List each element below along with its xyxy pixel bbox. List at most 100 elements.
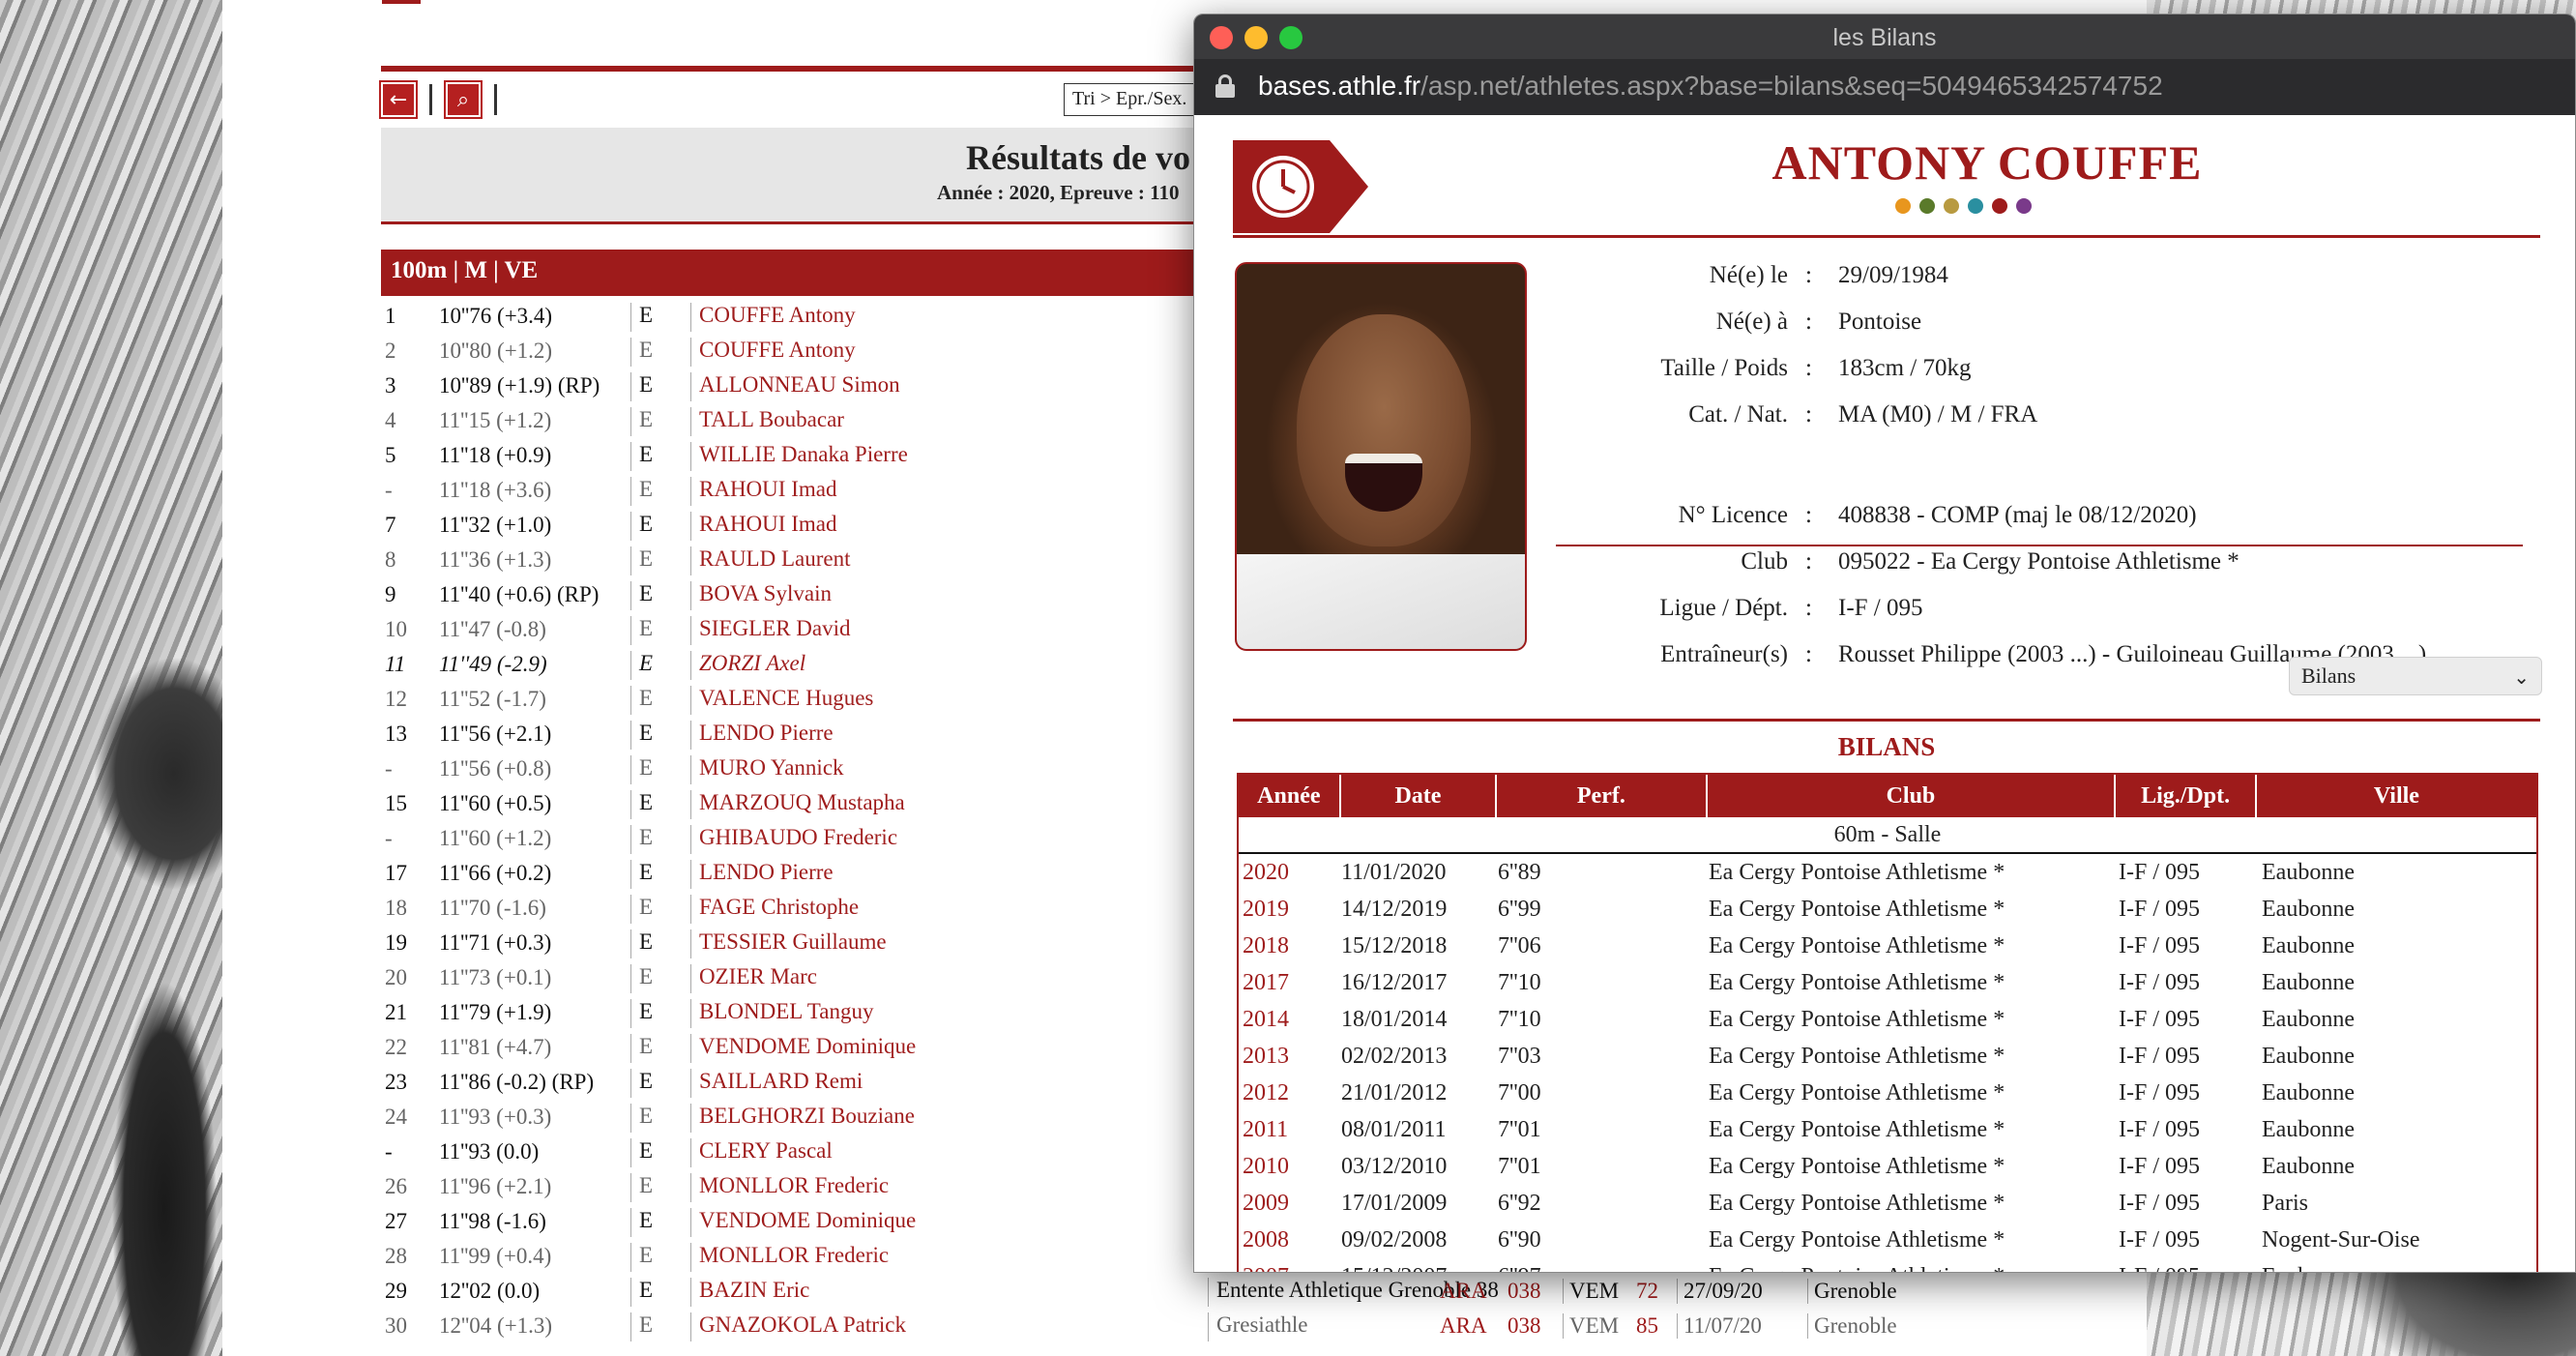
league-cell: I-F / 095 (2119, 970, 2200, 995)
perf-cell: 11''96 (+2.1) (439, 1174, 552, 1198)
athlete-link[interactable]: BOVA Sylvain (690, 581, 832, 610)
info-colon: : (1805, 595, 1812, 621)
athlete-link[interactable]: SAILLARD Remi (690, 1069, 863, 1098)
year-link[interactable]: 2012 (1243, 1080, 1289, 1106)
url-path: /asp.net/athletes.aspx?base=bilans&seq=5… (1420, 71, 2163, 101)
info-value: 183cm / 70kg (1838, 355, 1972, 381)
year-link[interactable]: 2017 (1243, 970, 1289, 996)
athlete-link[interactable]: ALLONNEAU Simon (690, 372, 900, 401)
year-link[interactable]: 2011 (1243, 1117, 1288, 1143)
category-cell: E (630, 1173, 653, 1202)
column-header[interactable]: Date (1341, 775, 1498, 817)
athlete-link[interactable]: RAHOUI Imad (690, 512, 836, 541)
league-cell: I-F / 095 (2119, 1080, 2200, 1105)
column-header[interactable]: Lig./Dpt. (2116, 775, 2257, 817)
rank-cell: - (385, 826, 393, 850)
url-text[interactable]: bases.athle.fr/asp.net/athletes.aspx?bas… (1258, 71, 2163, 102)
category-cell: E (630, 512, 653, 541)
athlete-link[interactable]: TESSIER Guillaume (690, 929, 887, 958)
date-cell: 11/01/2020 (1341, 860, 1447, 885)
perf-cell: 11''73 (+0.1) (439, 965, 552, 989)
perf-cell: 7''10 (1498, 970, 1541, 995)
club-cell: Ea Cergy Pontoise Athletisme * (1709, 1117, 2005, 1142)
address-bar[interactable]: bases.athle.fr/asp.net/athletes.aspx?bas… (1194, 59, 2575, 115)
athlete-link[interactable]: ZORZI Axel (690, 651, 805, 680)
rank-cell: 30 (385, 1313, 407, 1338)
rank-cell: 8 (385, 547, 396, 572)
table-row: 2020 11/01/2020 6''89 Ea Cergy Pontoise Ath… (1239, 854, 2536, 891)
year-link[interactable]: 2007 (1243, 1264, 1289, 1272)
info-label: Club (1741, 548, 1788, 575)
rank-cell: 9 (385, 582, 396, 606)
column-header[interactable]: Club (1708, 775, 2117, 817)
athlete-link[interactable]: TALL Boubacar (690, 407, 844, 436)
athlete-link[interactable]: SIEGLER David (690, 616, 851, 645)
athlete-link[interactable]: MONLLOR Frederic (690, 1243, 889, 1272)
info-value: Pontoise (1838, 309, 1922, 335)
year-link[interactable]: 2020 (1243, 860, 1289, 886)
table-row: 2017 16/12/2017 7''10 Ea Cergy Pontoise Ath… (1239, 964, 2536, 1001)
athlete-link[interactable]: GNAZOKOLA Patrick (690, 1312, 906, 1341)
perf-cell: 11''18 (+3.6) (439, 478, 552, 502)
back-arrow-icon[interactable]: ← (379, 80, 418, 119)
year-link[interactable]: 2018 (1243, 933, 1289, 959)
athlete-link[interactable]: MURO Yannick (690, 755, 844, 784)
year-link[interactable]: 2013 (1243, 1044, 1289, 1070)
window-content: ANTONY COUFFE Né(e) le:29/09/1984 Né(e) à… (1194, 115, 2575, 1272)
year-link[interactable]: 2009 (1243, 1191, 1289, 1217)
table-row: 2018 15/12/2018 7''06 Ea Cergy Pontoise Ath… (1239, 928, 2536, 964)
athlete-link[interactable]: GHIBAUDO Frederic (690, 825, 897, 854)
color-dots (1194, 198, 2575, 214)
rank-cell: 19 (385, 930, 407, 955)
athlete-link[interactable]: MONLLOR Frederic (690, 1173, 889, 1202)
rank-cell: 18 (385, 896, 407, 920)
athlete-link[interactable]: BLONDEL Tanguy (690, 999, 873, 1028)
athlete-link[interactable]: FAGE Christophe (690, 895, 859, 924)
year-link[interactable]: 2014 (1243, 1007, 1289, 1033)
info-colon: : (1805, 355, 1812, 381)
category-cell: E (630, 964, 653, 993)
athlete-link[interactable]: BELGHORZI Bouziane (690, 1104, 915, 1133)
dept-cell: 038 (1508, 1279, 1541, 1303)
athlete-link[interactable]: COUFFE Antony (690, 303, 856, 332)
column-header[interactable]: Ville (2257, 775, 2536, 817)
view-select[interactable]: Bilans ⌄ (2289, 657, 2542, 695)
rank-cell: 11 (385, 652, 406, 676)
column-header[interactable]: Perf. (1497, 775, 1708, 817)
athlete-link[interactable]: MARZOUQ Mustapha (690, 790, 905, 819)
athlete-link[interactable]: CLERY Pascal (690, 1138, 833, 1167)
club-cell: Ea Cergy Pontoise Athletisme * (1709, 1191, 2005, 1216)
year-link[interactable]: 2019 (1243, 897, 1289, 923)
athlete-link[interactable]: LENDO Pierre (690, 860, 834, 889)
athlete-link[interactable]: LENDO Pierre (690, 721, 834, 750)
athlete-name: ANTONY COUFFE (1771, 135, 2203, 190)
column-header[interactable]: Année (1239, 775, 1341, 817)
club-cell: Gresiathle (1208, 1312, 1308, 1341)
rank-cell: 23 (385, 1070, 407, 1094)
date-cell: 16/12/2017 (1341, 970, 1448, 995)
club-cell: Ea Cergy Pontoise Athletisme * (1709, 933, 2005, 958)
athlete-link[interactable]: VENDOME Dominique (690, 1034, 916, 1063)
rank-cell: 22 (385, 1035, 407, 1059)
athlete-link[interactable]: BAZIN Eric (690, 1278, 809, 1307)
rank-cell: 12 (385, 687, 407, 711)
perf-cell: 11''32 (+1.0) (439, 513, 552, 537)
year-link[interactable]: 2010 (1243, 1154, 1289, 1180)
league-cell: ARA (1440, 1313, 1487, 1338)
athlete-link[interactable]: RAHOUI Imad (690, 477, 836, 506)
athlete-link[interactable]: OZIER Marc (690, 964, 817, 993)
bilans-clock-icon (1233, 140, 1368, 233)
year-link[interactable]: 2008 (1243, 1227, 1289, 1253)
table-header: Année Date Perf. Club Lig./Dpt. Ville (1239, 775, 2536, 817)
rank-cell: 15 (385, 791, 407, 815)
athlete-link[interactable]: WILLIE Danaka Pierre (690, 442, 908, 471)
rank-cell: - (385, 478, 393, 502)
athlete-link[interactable]: COUFFE Antony (690, 338, 856, 367)
athlete-link[interactable]: VENDOME Dominique (690, 1208, 916, 1237)
perf-cell: 11''60 (+1.2) (439, 826, 552, 850)
league-cell: I-F / 095 (2119, 1264, 2200, 1272)
table-row: 2011 08/01/2011 7''01 Ea Cergy Pontoise Ath… (1239, 1111, 2536, 1148)
athlete-link[interactable]: RAULD Laurent (690, 546, 851, 575)
athlete-link[interactable]: VALENCE Hugues (690, 686, 873, 715)
search-icon[interactable]: ⌕ (444, 80, 483, 119)
